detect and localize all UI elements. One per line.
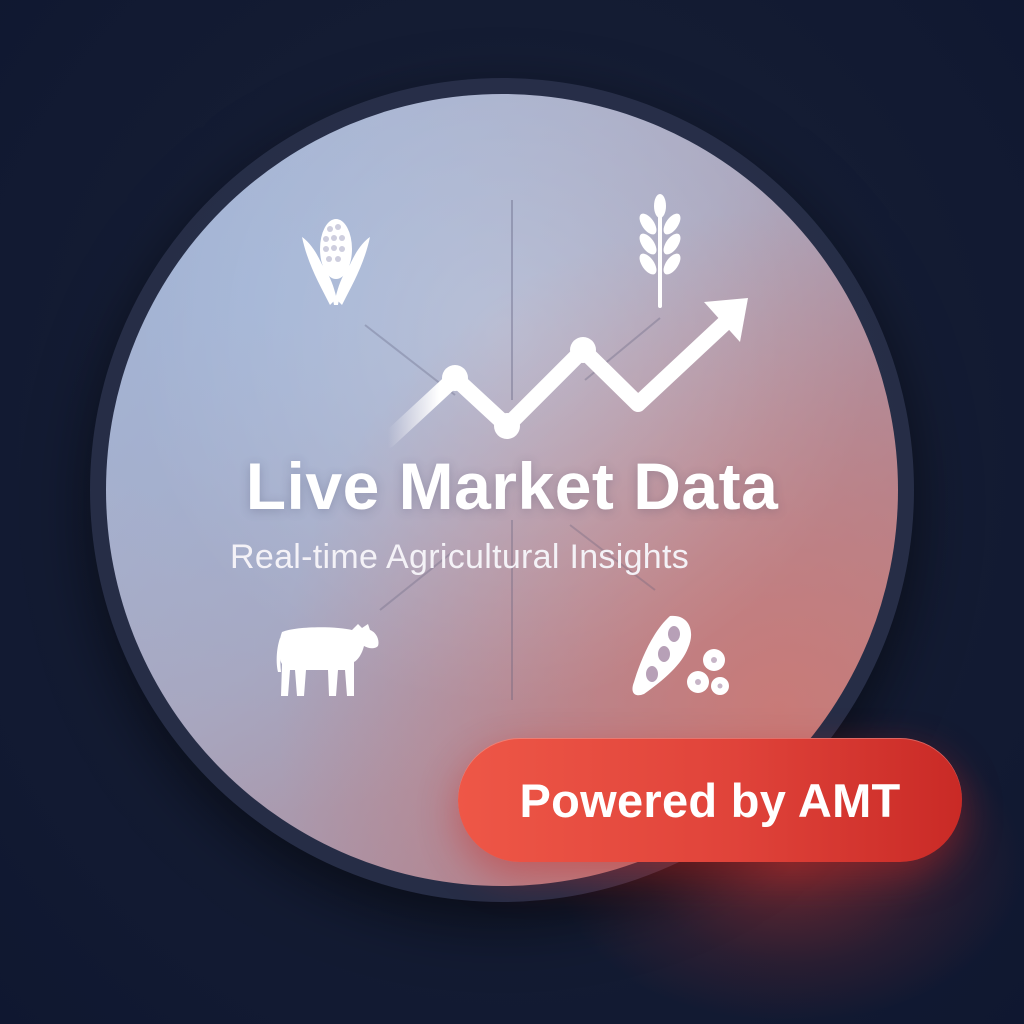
trend-up-icon [380,298,748,448]
corn-icon [302,219,370,305]
badge-label: Powered by AMT [519,773,901,827]
hero-title: Live Market Data [245,449,779,523]
cattle-icon [276,624,379,696]
powered-by-badge[interactable]: Powered by AMT [458,738,962,862]
hero-subtitle: Real-time Agricultural Insights [230,538,690,576]
soybean-icon [632,615,729,696]
